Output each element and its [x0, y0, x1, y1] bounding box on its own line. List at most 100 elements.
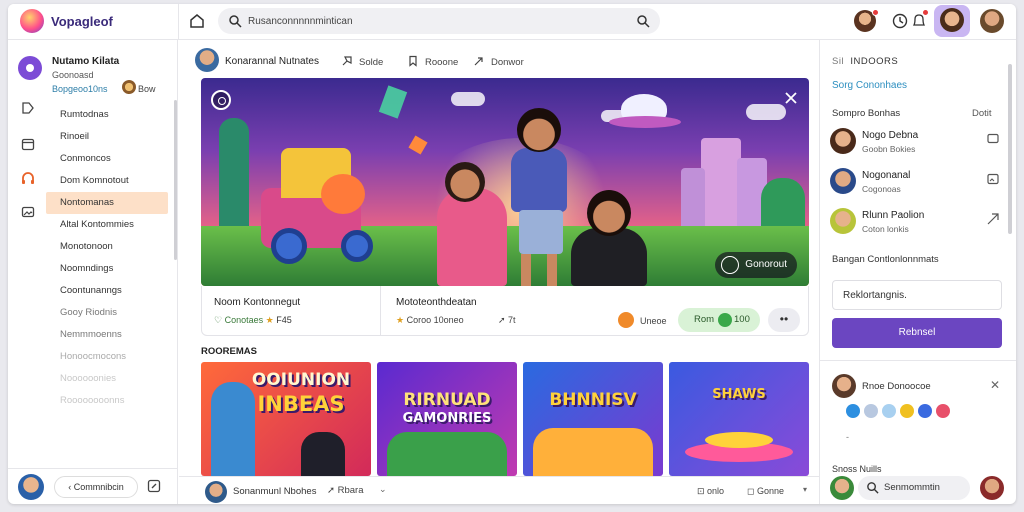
nav-item[interactable]: Gooy Riodnis [46, 302, 168, 324]
panel-link[interactable]: Sorg Cononhaes [832, 80, 907, 91]
search-bar[interactable]: Rusanconnnnnmintican [218, 8, 660, 34]
forward-action[interactable]: Donwor [473, 55, 524, 68]
footer-avatar[interactable] [980, 476, 1004, 500]
reaction-icon[interactable] [864, 404, 878, 418]
chevron-down-icon[interactable]: ⌄ [379, 484, 387, 495]
footer-action[interactable]: ⊡ onlo [697, 486, 724, 497]
badge-icon [721, 256, 740, 274]
separator-dash: - [846, 432, 849, 442]
nav-item[interactable]: Nemmmoenns [46, 324, 168, 346]
footer-action[interactable]: ◻ Gonne [747, 486, 784, 497]
hero-image[interactable]: Gonorout [201, 78, 809, 286]
thumbnail[interactable]: OOIUNION INBEAS [201, 362, 371, 476]
panel-subheader: Sompro Bonhas [832, 108, 901, 119]
calendar-icon[interactable] [20, 136, 36, 152]
nav-item[interactable]: Rumtodnas [46, 104, 168, 126]
nav-item[interactable]: Dom Komnotout [46, 170, 168, 192]
footer-avatar[interactable] [205, 481, 227, 503]
comment-input[interactable]: Reklortangnis. [832, 280, 1002, 310]
footer-avatar[interactable] [18, 474, 44, 500]
hero-badge-button[interactable]: Gonorout [715, 252, 797, 278]
share-count[interactable]: ➚ 7t [498, 315, 516, 326]
mini-avatar[interactable] [122, 80, 136, 94]
app-logo-icon[interactable] [20, 9, 44, 33]
nav-item[interactable]: Monotonoon [46, 236, 168, 258]
app-title[interactable]: Vopagleof [51, 14, 113, 29]
account-card[interactable]: Nutamo Kilata Goonoasd Bopgeoo10ns Bow [14, 46, 166, 96]
more-button[interactable]: •• [768, 308, 800, 332]
tag-icon[interactable] [20, 100, 36, 116]
photo-icon[interactable] [986, 172, 1000, 186]
panel-footer-text: Snoss Nuills [832, 464, 882, 474]
friend-avatar[interactable] [830, 168, 856, 194]
headphones-icon[interactable] [20, 170, 36, 186]
nav-item[interactable]: Altal Kontommies [46, 214, 168, 236]
nav-item[interactable]: Noooooonies [46, 368, 168, 390]
page-scrollbar[interactable] [1008, 64, 1012, 234]
left-footer: ‹ Commnibcin [8, 468, 178, 504]
caret-down-icon[interactable]: ▾ [803, 485, 807, 494]
card-title[interactable]: Noom Kontonnegut [214, 297, 300, 308]
friend-item[interactable]: Rlunn Paolion Coton lonkis [830, 206, 1010, 238]
like-reaction-icon[interactable] [846, 404, 860, 418]
nav-item[interactable]: Conmoncos [46, 148, 168, 170]
see-all-link[interactable]: Dotit [972, 108, 992, 119]
card-meta: ★ Coroo 10oneo [396, 315, 464, 325]
search-icon [229, 15, 242, 28]
friend-avatar[interactable] [830, 208, 856, 234]
notification-text: Rnoe Donoocoe [862, 381, 931, 392]
panel-search[interactable]: Senmommtin [858, 476, 970, 500]
thumbnail[interactable]: RIRNUAD GAMONRIES [377, 362, 517, 476]
friend-status: Coton lonkis [862, 224, 909, 234]
share-action[interactable]: Solde [341, 55, 383, 68]
post-author[interactable]: Konarannal Nutnates [225, 56, 319, 67]
top-bar: Vopagleof Rusanconnnnnmintican [8, 4, 1016, 40]
close-icon[interactable]: ✕ [990, 378, 1000, 392]
friend-name: Nogonanal [862, 170, 911, 181]
card-title[interactable]: Mototeonthdeatan [396, 297, 477, 308]
reaction-icon[interactable] [882, 404, 896, 418]
author-avatar[interactable] [195, 48, 219, 72]
gallery-icon[interactable] [20, 204, 36, 220]
thumbnail[interactable]: SHAWS [669, 362, 809, 476]
friend-avatar[interactable] [830, 128, 856, 154]
search-input[interactable]: Rusanconnnnnmintican [248, 16, 353, 27]
sidebar-scrollbar[interactable] [174, 100, 177, 260]
footer-avatar[interactable] [830, 476, 854, 500]
close-icon[interactable] [783, 90, 799, 106]
user-avatar[interactable] [980, 9, 1004, 33]
footer-title[interactable]: Sonanmunl Nbohes [233, 486, 316, 497]
submit-button[interactable]: Rebnsel [832, 318, 1002, 348]
heart-label: Uneoe [640, 316, 667, 326]
send-icon[interactable] [986, 212, 1000, 226]
search-submit-icon[interactable] [636, 14, 650, 28]
forward-icon [474, 57, 483, 66]
nav-item[interactable]: Coontunanngs [46, 280, 168, 302]
save-action[interactable]: Rooone [407, 55, 458, 68]
react-pill-button[interactable]: Rom 100 [678, 308, 760, 332]
nav-item[interactable]: Noomndings [46, 258, 168, 280]
clock-icon[interactable] [891, 12, 909, 30]
thumbnail[interactable]: BHNNISV [523, 362, 663, 476]
love-reaction-icon[interactable] [936, 404, 950, 418]
friend-item[interactable]: Nogonanal Cogonoas [830, 166, 1010, 198]
friend-item[interactable]: Nogo Debna Goobn Bokies [830, 126, 1010, 158]
edit-icon[interactable] [146, 478, 162, 494]
heart-icon[interactable] [618, 312, 634, 328]
nav-item[interactable]: Rinoeil [46, 126, 168, 148]
play-icon[interactable] [211, 90, 231, 110]
nav-item[interactable]: Roooooooonns [46, 390, 168, 412]
home-icon[interactable] [188, 12, 206, 30]
account-avatar[interactable] [18, 56, 42, 80]
nav-item-active[interactable]: Nontomanas [46, 192, 168, 214]
message-icon[interactable] [986, 132, 1000, 146]
bookmark-icon [409, 55, 417, 67]
footer-share[interactable]: ➚ Rbara [327, 485, 363, 496]
reaction-icon[interactable] [918, 404, 932, 418]
laugh-reaction-icon[interactable] [900, 404, 914, 418]
account-link[interactable]: Bopgeoo10ns [52, 84, 108, 94]
footer-pill-button[interactable]: ‹ Commnibcin [54, 476, 138, 498]
profile-avatar-active[interactable] [934, 5, 970, 37]
notification-avatar[interactable] [832, 374, 856, 398]
nav-item[interactable]: Honoocmocons [46, 346, 168, 368]
